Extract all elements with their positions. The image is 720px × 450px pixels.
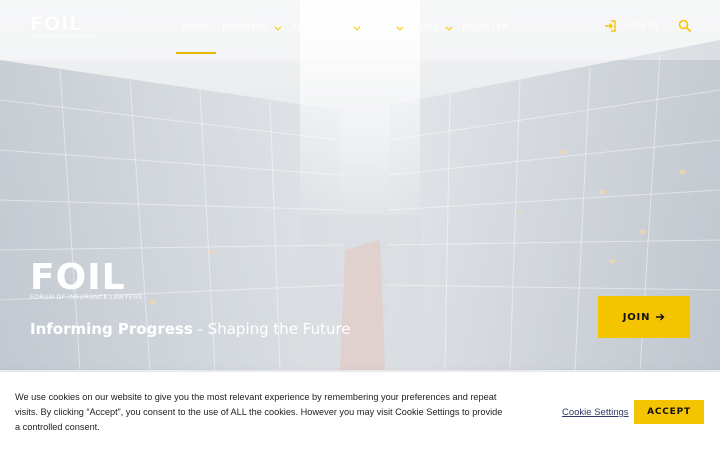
logo-tagline: FORUM OF INSURANCE LAWYERS — [30, 34, 99, 38]
cookie-message: We use cookies on our website to give yo… — [15, 392, 503, 432]
cookie-settings-link[interactable]: Cookie Settings — [562, 407, 629, 418]
logo-mark: FOIL — [30, 13, 83, 35]
accept-cookies-button[interactable]: ACCEPT — [634, 400, 704, 424]
nav-item-label: ABOUT FOIL — [290, 23, 349, 33]
search-icon — [678, 19, 692, 33]
hero-logo-mark: FOIL — [30, 257, 126, 298]
join-cta-label: JOIN — [622, 311, 651, 323]
join-cta-button[interactable]: JOIN — [598, 296, 690, 338]
hero-tagline-strong: Informing Progress — [30, 320, 193, 338]
nav-item-label: JOIN — [370, 23, 391, 33]
nav-item-join[interactable]: JOIN — [364, 0, 406, 56]
hero-logo-tagline: FORUM OF INSURANCE LAWYERS — [30, 295, 143, 301]
nav-item-home[interactable]: HOME — [176, 0, 217, 56]
chevron-down-icon — [445, 23, 453, 31]
nav-item-label: MEMBERS — [222, 23, 269, 33]
sign-in-icon — [605, 20, 616, 32]
hero-tagline: Informing Progress - Shaping the Future — [30, 320, 351, 338]
arrow-right-icon — [656, 313, 665, 321]
cookie-banner: We use cookies on our website to give yo… — [0, 372, 720, 450]
nav-item-label: MORE — [412, 23, 441, 33]
search-button[interactable] — [678, 19, 694, 35]
hero-tagline-rest: - Shaping the Future — [192, 320, 351, 338]
chevron-down-icon — [353, 23, 361, 31]
hero-logo: FOIL FORUM OF INSURANCE LAWYERS — [30, 257, 160, 304]
header-logo[interactable]: FOIL FORUM OF INSURANCE LAWYERS — [30, 14, 100, 42]
nav-item-register[interactable]: REGISTER — [456, 0, 515, 56]
chevron-down-icon — [274, 23, 282, 31]
nav-item-label: HOME — [182, 23, 211, 33]
nav-item-about-foil[interactable]: ABOUT FOIL — [285, 0, 364, 56]
sign-in-link[interactable]: SIGN IN — [604, 20, 659, 32]
nav-item-more[interactable]: MORE — [407, 0, 457, 56]
nav-item-members[interactable]: MEMBERS — [216, 0, 285, 56]
sign-in-label: SIGN IN — [622, 21, 659, 31]
main-menu: HOME MEMBERS ABOUT FOIL JOIN MORE REGISTER — [176, 0, 515, 56]
top-navigation: FOIL FORUM OF INSURANCE LAWYERS HOME MEMB… — [0, 0, 720, 56]
chevron-down-icon — [395, 23, 403, 31]
nav-item-label: REGISTER — [462, 23, 510, 33]
